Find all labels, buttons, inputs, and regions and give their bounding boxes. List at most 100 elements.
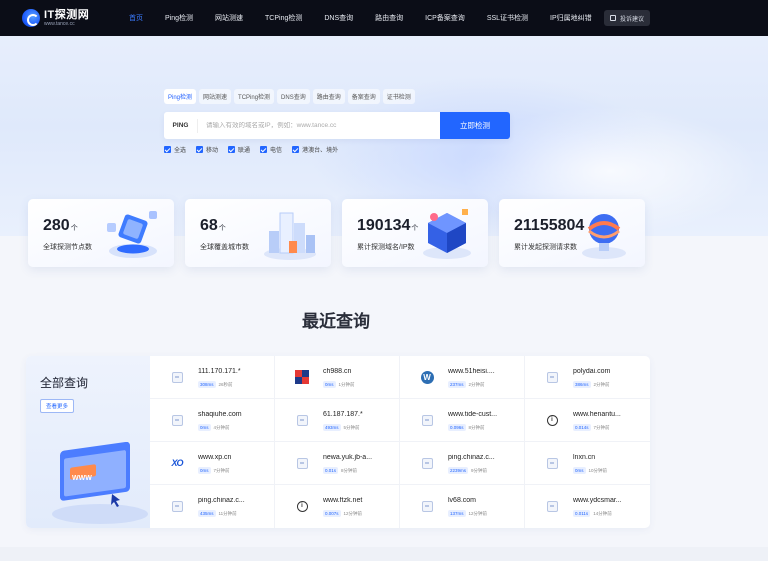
query-domain: ch988.cn <box>323 368 352 375</box>
top-navigation-bar: IT探测网 www.tance.cc 首页 Ping检测 网站测速 TCPing… <box>0 0 768 36</box>
request-globe-illustration <box>582 214 626 259</box>
filter-select-all[interactable]: 全选 <box>164 145 186 154</box>
list-item[interactable]: ping.chinaz.c... 2239ms 9分钟前 <box>400 442 525 485</box>
xo-logo-icon: XO <box>171 458 183 468</box>
stat-value: 68个 <box>200 217 226 234</box>
site-globe-icon <box>545 370 559 384</box>
query-time: 7分钟前 <box>213 467 230 473</box>
query-domain: lnxn.cn <box>573 454 596 461</box>
response-time-badge: 137ms <box>448 510 466 517</box>
list-item[interactable]: W www.51heisi.... 237ms 2分钟前 <box>400 356 525 399</box>
list-item[interactable]: XO www.xp.cn 0ms 7分钟前 <box>150 442 275 485</box>
tool-tabs: Ping检测 网站测速 TCPing检测 DNS查询 路由查询 备案查询 证书检… <box>164 89 415 104</box>
filter-hk-mo-tw-overseas[interactable]: 港澳台、境外 <box>292 145 338 154</box>
stat-label: 全球探测节点数 <box>43 244 92 251</box>
search-input[interactable] <box>198 122 440 129</box>
tab-icp[interactable]: 备案查询 <box>347 89 380 104</box>
nav-item-route[interactable]: 路由查询 <box>364 0 414 36</box>
filter-unicom[interactable]: 联通 <box>228 145 250 154</box>
query-time: 2分钟前 <box>593 381 610 387</box>
checkbox-icon <box>292 146 300 153</box>
tab-dns[interactable]: DNS查询 <box>277 89 310 104</box>
list-item[interactable]: i www.ftzk.net 0.007s 12分钟前 <box>275 485 400 528</box>
all-queries-title: 全部查询 <box>40 376 89 390</box>
nav-item-ping[interactable]: Ping检测 <box>154 0 204 36</box>
filter-mobile[interactable]: 移动 <box>196 145 218 154</box>
tab-speedtest[interactable]: 网站测速 <box>199 89 232 104</box>
recent-queries-panel: 全部查询 查看更多 WWW 111.170.171.* 308ms 26秒前 ch… <box>26 356 650 528</box>
list-item[interactable]: 61.187.187.* 493ms 5分钟前 <box>275 399 400 442</box>
checkbox-icon <box>164 146 171 153</box>
response-time-badge: 2239ms <box>448 467 469 474</box>
query-domain: ping.chinaz.c... <box>198 497 245 504</box>
query-time: 1分钟前 <box>338 381 355 387</box>
feedback-button[interactable]: 投诉建议 <box>603 10 650 26</box>
list-item[interactable]: ping.chinaz.c... 435ms 11分钟前 <box>150 485 275 528</box>
footer-strip <box>0 547 768 561</box>
list-item[interactable]: 111.170.171.* 308ms 26秒前 <box>150 356 275 399</box>
site-globe-icon <box>420 499 434 513</box>
site-globe-icon <box>295 456 309 470</box>
query-time: 10分钟前 <box>588 467 608 473</box>
stat-card-requests: 21155804 累计发起探测请求数 <box>499 199 645 267</box>
site-globe-icon <box>295 413 309 427</box>
nav-item-ssl[interactable]: SSL证书检测 <box>476 0 539 36</box>
list-item[interactable]: lv68.com 137ms 12分钟前 <box>400 485 525 528</box>
domain-cube-illustration <box>423 209 471 259</box>
tab-ssl[interactable]: 证书检测 <box>382 89 415 104</box>
stat-label: 累计发起探测请求数 <box>514 244 577 251</box>
query-domain: www.tide-cust... <box>448 411 498 418</box>
site-globe-icon <box>170 413 184 427</box>
list-item[interactable]: lnxn.cn 0ms 10分钟前 <box>525 442 650 485</box>
site-logo[interactable]: IT探测网 www.tance.cc <box>22 9 114 27</box>
nav-item-dns[interactable]: DNS查询 <box>313 0 364 36</box>
nav-item-speedtest[interactable]: 网站测速 <box>204 0 254 36</box>
site-globe-icon <box>170 499 184 513</box>
query-domain: www.ydcsmar... <box>573 497 622 504</box>
response-time-badge: 0.014s <box>573 424 591 431</box>
stat-value: 190134个 <box>357 217 419 234</box>
response-time-badge: 0.01s <box>323 467 339 474</box>
list-item[interactable]: shaqiuhe.com 0ms 4分钟前 <box>150 399 275 442</box>
tab-tcping[interactable]: TCPing检测 <box>234 89 275 104</box>
response-time-badge: 0ms <box>198 467 211 474</box>
browser-www-illustration: WWW <box>52 442 148 524</box>
site-globe-icon <box>420 413 434 427</box>
response-time-badge: 435ms <box>198 510 216 517</box>
response-time-badge: 0.096s <box>448 424 466 431</box>
query-time: 9分钟前 <box>471 467 488 473</box>
list-item[interactable]: www.tide-cust... 0.096s 8分钟前 <box>400 399 525 442</box>
stat-label: 全球覆盖城市数 <box>200 244 249 251</box>
query-time: 14分钟前 <box>593 510 612 516</box>
query-domain: 61.187.187.* <box>323 411 363 418</box>
feedback-label: 投诉建议 <box>619 16 644 23</box>
search-box: PING 立即检测 <box>164 112 510 139</box>
list-item[interactable]: i www.henantu... 0.014s 7分钟前 <box>525 399 650 442</box>
list-item[interactable]: polydai.com 386ms 2分钟前 <box>525 356 650 399</box>
nav-item-tcping[interactable]: TCPing检测 <box>254 0 313 36</box>
list-item[interactable]: ch988.cn 0ms 1分钟前 <box>275 356 400 399</box>
stat-card-cities: 68个 全球覆盖城市数 <box>185 199 331 267</box>
response-time-badge: 308ms <box>198 381 216 388</box>
query-domain: shaqiuhe.com <box>198 411 242 418</box>
filter-telecom[interactable]: 电信 <box>260 145 282 154</box>
stat-card-domains: 190134个 累计探测域名/IP数 <box>342 199 488 267</box>
list-item[interactable]: www.ydcsmar... 0.011s 14分钟前 <box>525 485 650 528</box>
site-globe-icon <box>545 499 559 513</box>
nav-item-home[interactable]: 首页 <box>118 0 154 36</box>
recent-section-title: 最近查询 <box>302 312 370 331</box>
tab-ping[interactable]: Ping检测 <box>164 89 197 104</box>
response-time-badge: 237ms <box>448 381 466 388</box>
tab-route[interactable]: 路由查询 <box>312 89 345 104</box>
view-more-button[interactable]: 查看更多 <box>40 399 75 413</box>
recent-queries-grid: 111.170.171.* 308ms 26秒前 ch988.cn 0ms 1分钟前… <box>150 356 650 528</box>
response-time-badge: 0ms <box>573 467 586 474</box>
info-icon: i <box>295 499 309 513</box>
detect-now-button[interactable]: 立即检测 <box>440 112 510 139</box>
response-time-badge: 0.011s <box>573 510 591 517</box>
query-time: 11分钟前 <box>218 510 237 516</box>
nav-item-ip-correction[interactable]: IP归属地纠错 <box>539 0 603 36</box>
nav-item-icp[interactable]: ICP备案查询 <box>414 0 476 36</box>
list-item[interactable]: newa.yuk.jb-a... 0.01s 8分钟前 <box>275 442 400 485</box>
site-globe-icon <box>545 456 559 470</box>
